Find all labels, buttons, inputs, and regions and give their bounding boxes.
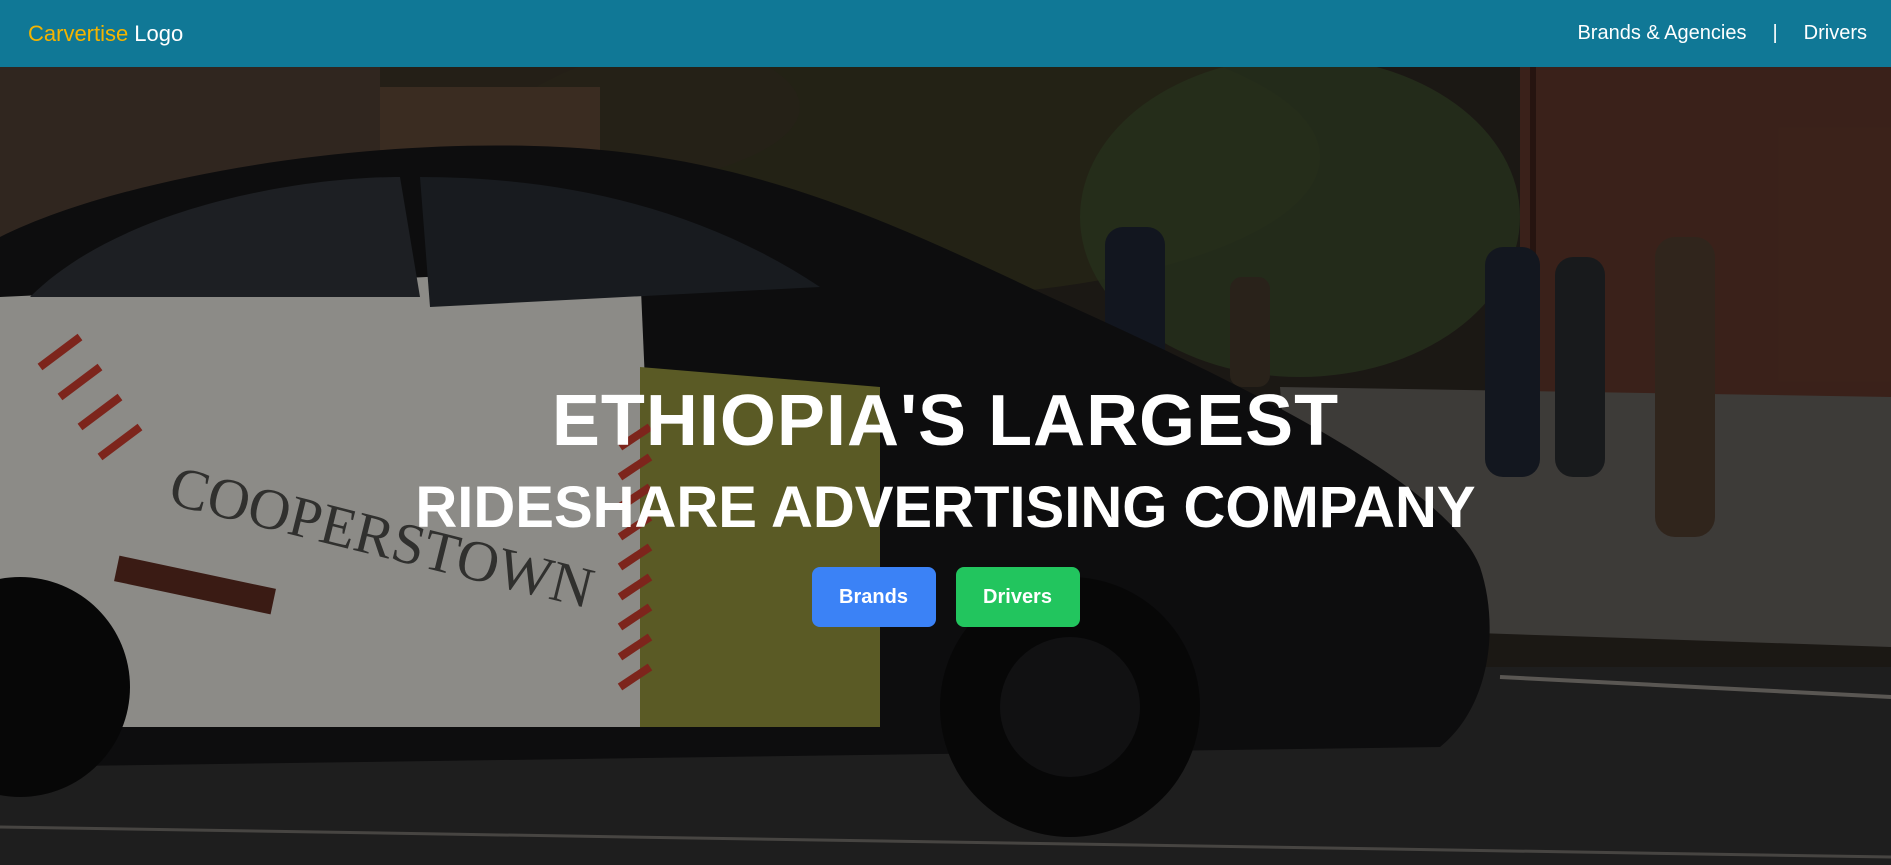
hero-cta-row: Brands Drivers	[811, 567, 1080, 627]
nav-link-drivers[interactable]: Drivers	[1804, 22, 1867, 45]
main-nav: Brands & Agencies | Drivers	[1577, 22, 1867, 45]
hero-section: COOPERSTOWN ETHIOPIA'S LARGEST RIDESHARE…	[0, 67, 1891, 865]
brands-button[interactable]: Brands	[811, 567, 936, 627]
hero-content: ETHIOPIA'S LARGEST RIDESHARE ADVERTISING…	[0, 67, 1891, 865]
drivers-button[interactable]: Drivers	[955, 567, 1080, 627]
hero-subheadline: RIDESHARE ADVERTISING COMPANY	[415, 475, 1476, 540]
hero-headline: ETHIOPIA'S LARGEST	[551, 381, 1340, 461]
nav-link-brands-agencies[interactable]: Brands & Agencies	[1577, 22, 1746, 45]
logo-brand-text: Carvertise	[28, 20, 129, 46]
top-navbar: Carvertise Logo Brands & Agencies | Driv…	[0, 0, 1891, 67]
nav-separator: |	[1772, 22, 1778, 44]
site-logo[interactable]: Carvertise Logo	[28, 21, 183, 47]
logo-suffix-text: Logo	[134, 20, 184, 46]
